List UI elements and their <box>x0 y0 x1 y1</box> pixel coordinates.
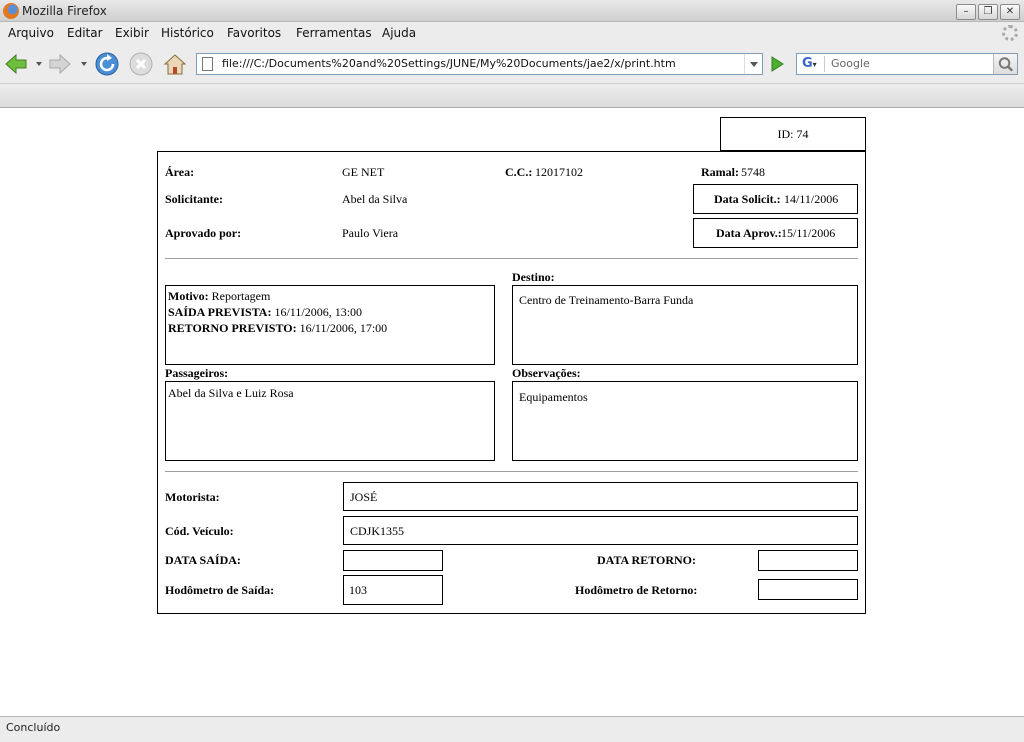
solicitante-label: Solicitante: <box>165 192 223 206</box>
search-magnifier-icon[interactable] <box>993 54 1017 74</box>
motivo-box: Motivo: Reportagem SAÍDA PREVISTA: 16/11… <box>165 285 495 365</box>
menu-arquivo[interactable]: Arquivo <box>8 26 54 40</box>
saida-prevista-value: 16/11/2006, 13:00 <box>274 305 363 319</box>
motorista-value: JOSÉ <box>350 490 378 504</box>
url-history-dropdown-icon[interactable] <box>744 54 762 74</box>
data-retorno-field <box>758 550 858 571</box>
veiculo-value: CDJK1355 <box>350 524 405 538</box>
hodometro-saida-value: 103 <box>349 583 367 597</box>
reload-icon[interactable] <box>95 52 119 76</box>
title-bar: Mozilla Firefox – ❐ ✕ <box>0 0 1024 22</box>
destino-label: Destino: <box>512 270 555 284</box>
veiculo-field: CDJK1355 <box>343 516 858 545</box>
window-controls: – ❐ ✕ <box>956 4 1020 20</box>
menu-ajuda[interactable]: Ajuda <box>382 26 416 40</box>
google-engine-icon[interactable]: G▾ <box>799 56 825 72</box>
saida-prevista-label: SAÍDA PREVISTA: <box>168 305 272 319</box>
motivo-label: Motivo: <box>168 289 209 303</box>
home-icon[interactable] <box>163 52 187 76</box>
data-solicit-value: 14/11/2006 <box>784 192 839 206</box>
data-retorno-label: DATA RETORNO: <box>597 553 697 567</box>
destino-box: Centro de Treinamento-Barra Funda <box>512 285 858 365</box>
back-history-dropdown-icon[interactable] <box>36 62 42 66</box>
id-label: ID: 74 <box>777 127 809 141</box>
divider-1 <box>165 258 858 259</box>
passageiros-box: Abel da Silva e Luiz Rosa <box>165 381 495 461</box>
url-text[interactable]: file:///C:/Documents%20and%20Settings/JU… <box>222 57 676 70</box>
cc-label: C.C.: <box>505 165 533 179</box>
motorista-label: Motorista: <box>165 490 220 504</box>
url-bar[interactable]: file:///C:/Documents%20and%20Settings/JU… <box>196 53 763 75</box>
menu-ferramentas[interactable]: Ferramentas <box>296 26 372 40</box>
window-title: Mozilla Firefox <box>22 4 107 18</box>
destino-value: Centro de Treinamento-Barra Funda <box>519 293 694 307</box>
observacoes-label: Observações: <box>512 366 581 380</box>
motivo-value: Reportagem <box>211 289 271 303</box>
menu-bar: Arquivo Editar Exibir Histórico Favorito… <box>0 22 1024 44</box>
cc-value: 12017102 <box>535 165 583 179</box>
status-bar: Concluído <box>0 716 1024 742</box>
page-icon <box>202 57 213 71</box>
data-aprov-value: 15/11/2006 <box>781 226 836 240</box>
data-aprov-box: Data Aprov.: 15/11/2006 <box>693 218 858 248</box>
status-text: Concluído <box>6 721 61 734</box>
hodometro-retorno-field <box>758 579 858 600</box>
id-box: ID: 74 <box>720 117 866 151</box>
back-arrow-icon[interactable] <box>4 52 28 76</box>
hodometro-saida-label: Hodômetro de Saída: <box>165 583 275 597</box>
hodometro-retorno-label: Hodômetro de Retorno: <box>575 583 698 597</box>
retorno-previsto-label: RETORNO PREVISTO: <box>168 321 297 335</box>
observacoes-box: Equipamentos <box>512 381 858 461</box>
data-saida-label: DATA SAÍDA: <box>165 553 241 567</box>
firefox-logo-icon <box>3 3 19 19</box>
passageiros-label: Passageiros: <box>165 366 229 380</box>
menu-historico[interactable]: Histórico <box>161 26 214 40</box>
aprovado-label: Aprovado por: <box>165 226 242 240</box>
go-arrow-icon[interactable] <box>766 54 788 74</box>
ramal-value: 5748 <box>741 165 765 179</box>
forward-arrow-icon[interactable] <box>48 52 72 76</box>
data-aprov-label: Data Aprov.: <box>716 226 782 240</box>
hodometro-saida-field: 103 <box>343 575 443 605</box>
ramal-label: Ramal: <box>701 165 739 179</box>
area-value: GE NET <box>342 165 385 179</box>
forward-history-dropdown-icon[interactable] <box>81 62 87 66</box>
close-button[interactable]: ✕ <box>1000 4 1020 20</box>
stop-icon[interactable] <box>129 52 153 76</box>
minimize-button[interactable]: – <box>956 4 976 20</box>
menu-favoritos[interactable]: Favoritos <box>227 26 281 40</box>
motorista-field: JOSÉ <box>343 482 858 511</box>
divider-2 <box>165 471 858 472</box>
throbber-icon <box>1002 25 1018 41</box>
aprovado-value: Paulo Viera <box>342 226 399 240</box>
search-bar[interactable]: G▾ Google <box>796 53 1018 75</box>
veiculo-label: Cód. Veículo: <box>165 524 234 538</box>
area-label: Área: <box>165 165 195 179</box>
bookmarks-toolbar <box>0 84 1024 108</box>
data-solicit-box: Data Solicit.: 14/11/2006 <box>693 184 858 214</box>
menu-exibir[interactable]: Exibir <box>115 26 149 40</box>
observacoes-value: Equipamentos <box>519 390 588 404</box>
passageiros-value: Abel da Silva e Luiz Rosa <box>168 386 294 400</box>
retorno-previsto-value: 16/11/2006, 17:00 <box>299 321 388 335</box>
search-input[interactable]: Google <box>831 57 870 70</box>
menu-editar[interactable]: Editar <box>67 26 103 40</box>
data-solicit-label: Data Solicit.: <box>714 192 781 206</box>
restore-button[interactable]: ❐ <box>978 4 998 20</box>
data-saida-field <box>343 550 443 571</box>
solicitante-value: Abel da Silva <box>342 192 408 206</box>
